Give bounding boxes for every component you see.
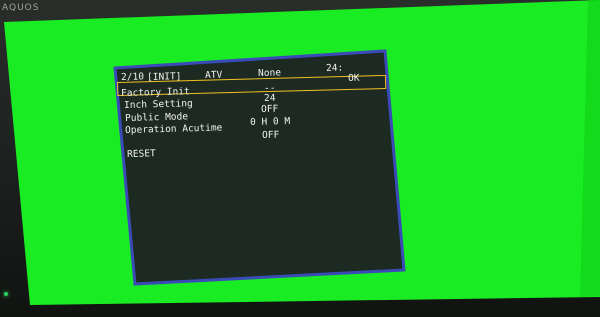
tv-screen <box>0 0 600 317</box>
brand-logo: AQUOS <box>2 3 40 13</box>
menu-value-inch-setting: 24 <box>263 92 276 104</box>
menu-value-public-mode: OFF <box>260 103 279 115</box>
menu-item-reset[interactable]: RESET <box>127 148 156 160</box>
menu-item-factory-init[interactable]: Factory Init <box>121 86 190 99</box>
menu-item-inch-setting[interactable]: Inch Setting <box>124 98 193 111</box>
ok-button[interactable]: OK <box>348 73 360 84</box>
menu-value-operation-acutime: 0 H 0 M <box>249 115 291 128</box>
menu-value-reset: OFF <box>261 129 280 141</box>
menu-item-public-mode[interactable]: Public Mode <box>125 111 188 124</box>
power-led-icon <box>4 292 8 296</box>
clock-label: 24: <box>325 62 344 74</box>
